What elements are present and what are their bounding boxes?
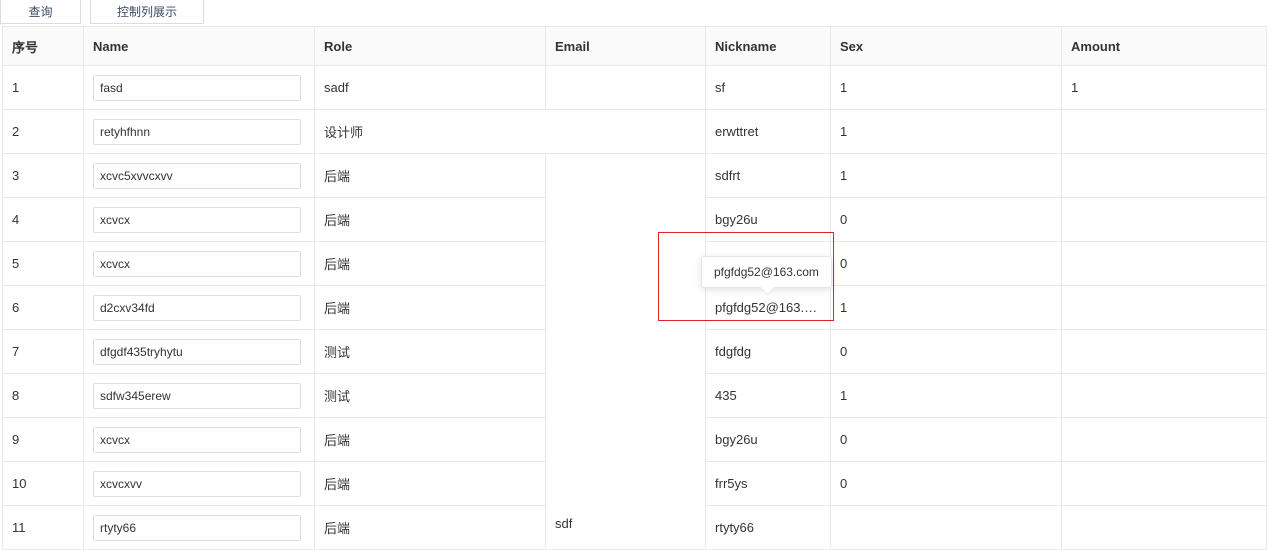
cell-index: 8 (2, 373, 84, 418)
cell-sex: 0 (830, 417, 1062, 462)
cell-name (83, 109, 315, 154)
name-input[interactable] (93, 118, 301, 145)
cell-amount (1061, 505, 1267, 550)
query-button[interactable]: 查询 (0, 0, 81, 24)
cell-amount (1061, 373, 1267, 418)
cell-index: 5 (2, 241, 84, 286)
cell-amount (1061, 461, 1267, 506)
cell-index: 6 (2, 285, 84, 330)
cell-sex: 0 (830, 241, 1062, 286)
name-input[interactable] (93, 294, 301, 321)
cell-name (83, 417, 315, 462)
cell-name (83, 329, 315, 374)
name-input[interactable] (93, 338, 301, 365)
nickname-tooltip: pfgfdg52@163.com (701, 256, 832, 296)
column-display-button[interactable]: 控制列展示 (90, 0, 204, 24)
table-header-row: 序号 Name Role Email Nickname Sex Amount (2, 26, 1267, 66)
header-sex[interactable]: Sex (830, 26, 1062, 66)
name-input[interactable] (93, 74, 301, 101)
header-index[interactable]: 序号 (2, 26, 84, 66)
cell-role: 后端 (314, 153, 546, 198)
header-email[interactable]: Email (545, 26, 706, 66)
cell-role: 后端 (314, 505, 546, 550)
cell-nickname: sf (705, 65, 831, 110)
header-role[interactable]: Role (314, 26, 546, 66)
header-name[interactable]: Name (83, 26, 315, 66)
cell-nickname: rtyty66 (705, 505, 831, 550)
header-amount[interactable]: Amount (1061, 26, 1267, 66)
cell-name (83, 373, 315, 418)
name-input[interactable] (93, 250, 301, 277)
cell-nickname: erwttret (705, 109, 831, 154)
cell-index: 4 (2, 197, 84, 242)
cell-amount (1061, 197, 1267, 242)
cell-index: 10 (2, 461, 84, 506)
cell-name (83, 241, 315, 286)
cell-name (83, 153, 315, 198)
cell-sex: 1 (830, 153, 1062, 198)
cell-role: 后端 (314, 285, 546, 330)
name-input[interactable] (93, 470, 301, 497)
cell-sex: 1 (830, 109, 1062, 154)
cell-index: 9 (2, 417, 84, 462)
cell-name (83, 505, 315, 550)
cell-nickname: fdgfdg (705, 329, 831, 374)
cell-amount (1061, 417, 1267, 462)
cell-name (83, 461, 315, 506)
cell-nickname: bgy26u (705, 417, 831, 462)
cell-nickname: 435 (705, 373, 831, 418)
cell-amount (1061, 285, 1267, 330)
cell-amount (1061, 153, 1267, 198)
table-row: 3 后端 sdf sdfrt 1 (2, 153, 1267, 550)
cell-nickname: sdfrt (705, 153, 831, 198)
table-row: 1 sadf sf 1 1 (2, 65, 1267, 110)
cell-sex: 1 (830, 285, 1062, 330)
cell-sex: 1 (830, 65, 1062, 110)
cell-role: 后端 (314, 241, 546, 286)
cell-role: sadf (314, 65, 546, 110)
cell-email (545, 65, 706, 110)
cell-sex: 0 (830, 461, 1062, 506)
cell-index: 7 (2, 329, 84, 374)
cell-index: 11 (2, 505, 84, 550)
cell-role: 后端 (314, 417, 546, 462)
cell-role: 后端 (314, 197, 546, 242)
cell-amount (1061, 329, 1267, 374)
cell-sex (830, 505, 1062, 550)
cell-role: 设计师 (314, 109, 706, 154)
toolbar: 查询 控制列展示 (0, 0, 1267, 25)
cell-amount: 1 (1061, 65, 1267, 110)
cell-index: 1 (2, 65, 84, 110)
name-input[interactable] (93, 382, 301, 409)
cell-amount (1061, 241, 1267, 286)
cell-name (83, 197, 315, 242)
name-input[interactable] (93, 206, 301, 233)
table-row: 2 设计师 erwttret 1 (2, 109, 1267, 154)
cell-index: 2 (2, 109, 84, 154)
cell-role: 测试 (314, 329, 546, 374)
cell-amount (1061, 109, 1267, 154)
name-input[interactable] (93, 426, 301, 453)
cell-name (83, 65, 315, 110)
cell-role: 后端 (314, 461, 546, 506)
tooltip-text: pfgfdg52@163.com (714, 265, 819, 279)
cell-nickname: bgy26u (705, 197, 831, 242)
cell-name (83, 285, 315, 330)
cell-sex: 0 (830, 329, 1062, 374)
data-table: 序号 Name Role Email Nickname Sex Amount 1… (2, 26, 1267, 550)
name-input[interactable] (93, 162, 301, 189)
nickname-truncated-text[interactable]: pfgfdg52@163.com (715, 300, 819, 315)
cell-email-merged: sdf (545, 153, 706, 550)
cell-sex: 0 (830, 197, 1062, 242)
cell-index: 3 (2, 153, 84, 198)
cell-sex: 1 (830, 373, 1062, 418)
cell-role: 测试 (314, 373, 546, 418)
header-nickname[interactable]: Nickname (705, 26, 831, 66)
cell-nickname: frr5ys (705, 461, 831, 506)
